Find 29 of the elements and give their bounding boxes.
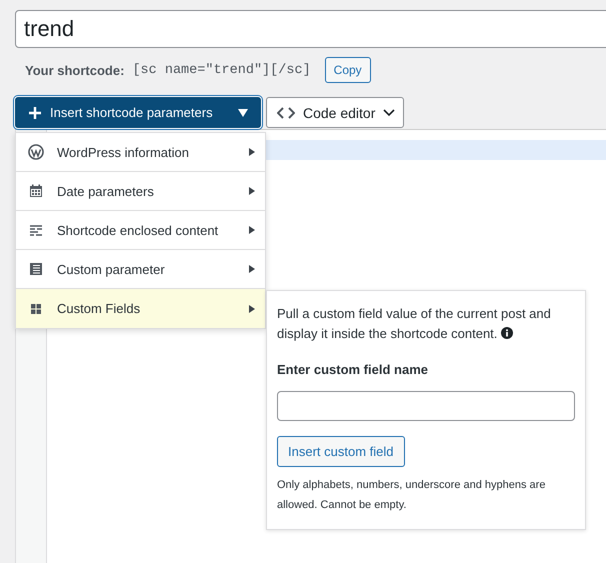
copy-button[interactable]: Copy <box>324 57 371 83</box>
menu-item[interactable]: Custom parameter <box>16 250 265 289</box>
code-icon <box>277 106 295 118</box>
code-editor-button[interactable]: Code editor <box>266 97 404 128</box>
menu-item[interactable]: WordPress information <box>16 133 265 172</box>
field-label: Enter custom field name <box>277 362 429 377</box>
help-text: Only alphabets, numbers, underscore and hyphens are allowed. Cannot be empty. <box>277 478 546 513</box>
list-table-icon <box>28 261 44 277</box>
calendar-icon <box>28 183 44 199</box>
shortcode-label: Your shortcode: <box>25 62 124 78</box>
panel-description: Pull a custom field value of the current post and display it inside the shortcode content. <box>277 305 552 343</box>
menu-item[interactable]: Shortcode enclosed content <box>16 211 265 250</box>
submenu-arrow-icon <box>249 304 255 312</box>
menu-item[interactable]: Custom Fields <box>16 289 265 328</box>
caret-icon <box>238 108 248 116</box>
submenu-arrow-icon <box>249 265 255 273</box>
submenu-arrow-icon <box>249 226 255 234</box>
shortcode-text: [sc name="trend"][/sc] <box>132 62 311 78</box>
wordpress-logo-icon <box>28 144 44 160</box>
plus-icon <box>28 106 42 120</box>
insert-parameters-button[interactable]: Insert shortcode parameters <box>15 97 261 128</box>
chevron-down-icon <box>383 108 396 116</box>
submenu-arrow-icon <box>249 187 255 195</box>
insert-custom-field-button[interactable]: Insert custom field <box>277 436 404 467</box>
title-field[interactable]: trend <box>15 10 606 48</box>
submenu-arrow-icon <box>249 148 255 156</box>
info-icon[interactable] <box>501 327 514 339</box>
custom-field-name-input[interactable] <box>277 391 575 421</box>
menu-item[interactable]: Date parameters <box>16 172 265 211</box>
